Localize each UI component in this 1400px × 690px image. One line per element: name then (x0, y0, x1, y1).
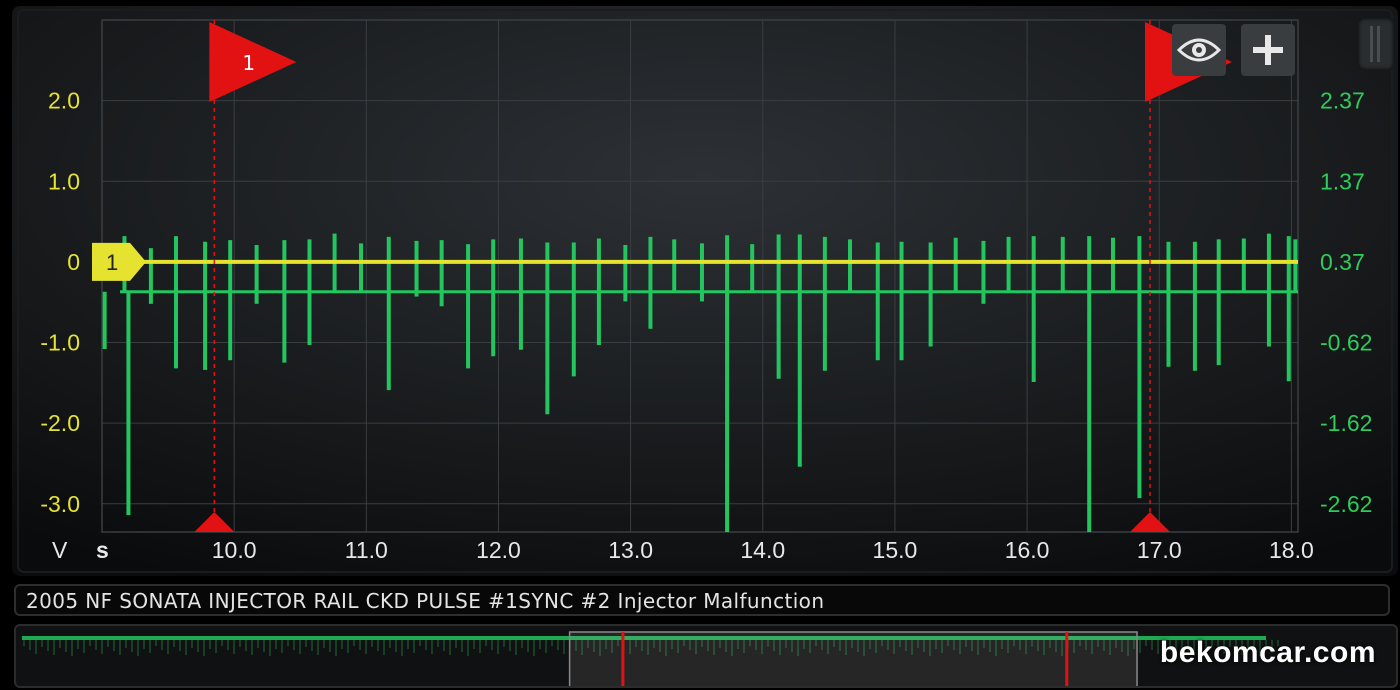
left-tick-label: -3.0 (40, 491, 80, 517)
left-tick-label: -2.0 (40, 410, 80, 436)
x-tick-label: 12.0 (476, 537, 521, 563)
cursor-label: 1 (242, 51, 255, 75)
right-tick-label: 1.37 (1320, 168, 1365, 194)
right-tick-label: 2.37 (1320, 88, 1365, 114)
left-tick-label: 1.0 (48, 168, 80, 194)
visibility-button[interactable] (1172, 24, 1226, 76)
x-tick-label: 18.0 (1269, 537, 1314, 563)
x-tick-label: 15.0 (873, 537, 918, 563)
x-tick-label: 13.0 (608, 537, 653, 563)
x-tick-label: 11.0 (345, 537, 388, 563)
right-tick-label: -0.62 (1320, 330, 1372, 356)
plus-icon (1253, 35, 1283, 65)
eye-icon (1177, 38, 1221, 62)
x-tick-label: 17.0 (1137, 537, 1182, 563)
y-axis-unit: V (52, 537, 68, 563)
channel-marker-label: 1 (106, 250, 118, 275)
left-tick-label: 2.0 (48, 88, 80, 114)
add-channel-button[interactable] (1241, 24, 1295, 76)
right-tick-label: -1.62 (1320, 410, 1372, 436)
overview-window (568, 631, 1138, 686)
watermark: bekomcar.com (1159, 636, 1376, 669)
side-panel-handle[interactable] (1358, 18, 1394, 70)
capture-title: 2005 NF SONATA INJECTOR RAIL CKD PULSE #… (26, 589, 825, 613)
left-tick-label: -1.0 (40, 330, 80, 356)
x-tick-label: 16.0 (1005, 537, 1050, 563)
right-tick-label: 0.37 (1320, 249, 1365, 275)
x-tick-label: 14.0 (740, 537, 785, 563)
x-tick-label: 10.0 (212, 537, 257, 563)
right-tick-label: -2.62 (1320, 491, 1372, 517)
x-axis: 10.0 11.0 12.0 13.0 14.0 15.0 16.0 17.0 18.0 (212, 537, 1314, 563)
oscilloscope-chart[interactable]: 2.0 1.0 0 -1.0 -2.0 -3.0 2.37 1.37 0.37 -0.62 -1.… (0, 0, 1400, 580)
left-tick-label: 0 (67, 249, 80, 275)
x-axis-unit: s (96, 537, 109, 563)
capture-title-bar: 2005 NF SONATA INJECTOR RAIL CKD PULSE #… (14, 584, 1390, 616)
